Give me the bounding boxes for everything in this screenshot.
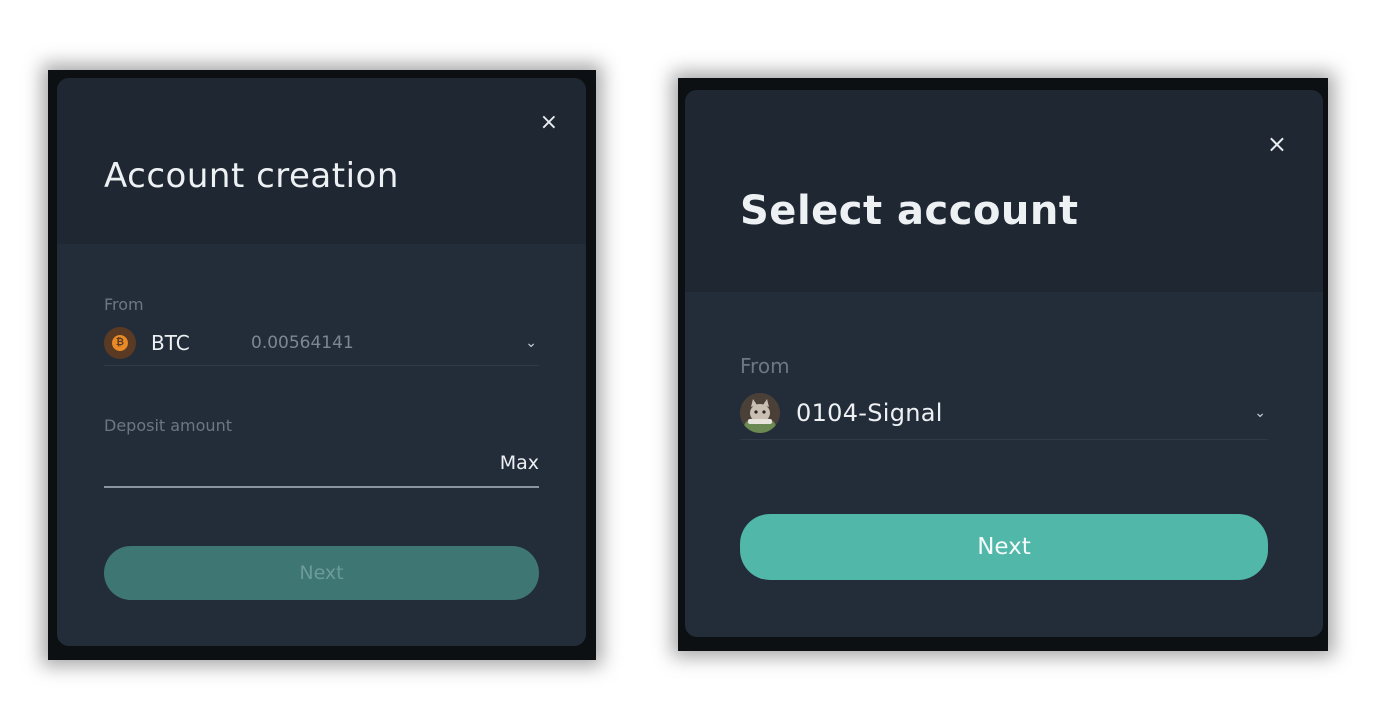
account-creation-window: × Account creation From ₿ BTC 0.00564141… [48, 70, 596, 660]
modal-title: Select account [740, 188, 1079, 234]
next-button[interactable]: Next [104, 546, 539, 600]
deposit-amount-label: Deposit amount [104, 416, 232, 435]
close-icon[interactable]: × [540, 112, 558, 134]
bitcoin-symbol: ₿ [112, 335, 128, 351]
deposit-amount-input[interactable] [104, 446, 464, 486]
account-creation-modal: × Account creation From ₿ BTC 0.00564141… [57, 78, 586, 646]
from-label: From [104, 295, 144, 314]
coin-name: BTC [151, 331, 190, 355]
account-select[interactable]: 0104-Signal ⌄ [740, 386, 1268, 440]
coin-select[interactable]: ₿ BTC 0.00564141 ⌄ [104, 321, 539, 366]
modal-header: × Account creation [57, 78, 586, 244]
from-label: From [740, 354, 790, 378]
next-button[interactable]: Next [740, 514, 1268, 580]
select-account-modal: × Select account From 0104-Signal ⌄ Next [685, 90, 1323, 637]
coin-balance: 0.00564141 [251, 333, 354, 353]
max-button[interactable]: Max [500, 452, 539, 474]
modal-header: × Select account [685, 90, 1323, 292]
chevron-down-icon[interactable]: ⌄ [1254, 405, 1268, 421]
bitcoin-icon: ₿ [104, 327, 136, 359]
deposit-amount-field: Max [104, 446, 539, 488]
avatar-image [740, 392, 780, 433]
chevron-down-icon[interactable]: ⌄ [525, 335, 539, 351]
select-account-window: × Select account From 0104-Signal ⌄ Next [678, 78, 1328, 651]
modal-title: Account creation [104, 156, 399, 196]
account-name: 0104-Signal [796, 398, 943, 427]
close-icon[interactable]: × [1267, 132, 1287, 156]
account-avatar [740, 392, 780, 433]
